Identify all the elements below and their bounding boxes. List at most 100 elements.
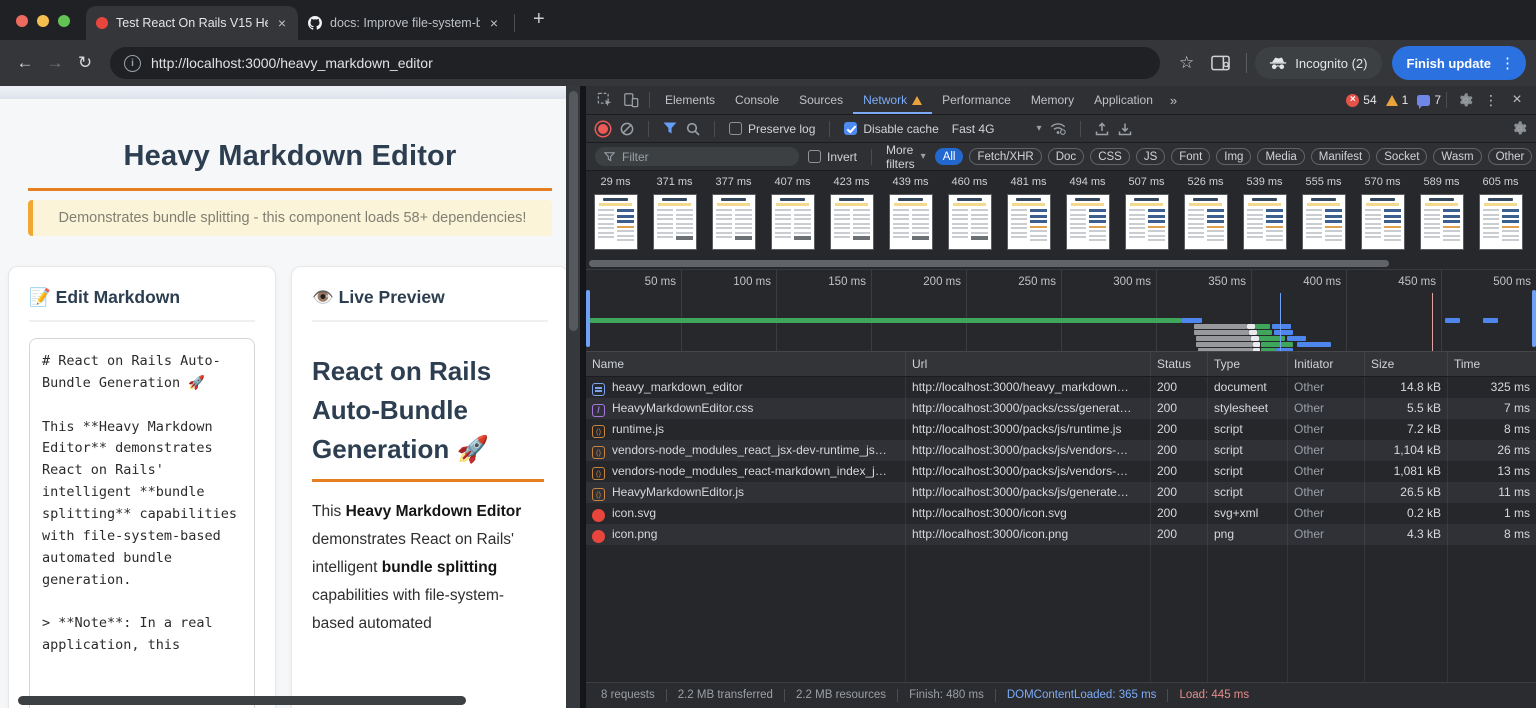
column-header-time[interactable]: Time bbox=[1447, 352, 1536, 376]
network-request-row[interactable]: vendors-node_modules_react-markdown_inde… bbox=[586, 461, 1536, 482]
filmstrip-frame[interactable]: 526 ms bbox=[1176, 171, 1235, 258]
devtools-tab[interactable]: Application bbox=[1084, 86, 1163, 114]
preserve-log-checkbox[interactable]: Preserve log bbox=[729, 122, 815, 136]
filmstrip-frame[interactable] bbox=[1530, 171, 1536, 258]
filter-chip[interactable]: Img bbox=[1216, 148, 1251, 165]
column-header-url[interactable]: Url bbox=[905, 352, 1150, 376]
bookmark-star-icon[interactable]: ☆ bbox=[1170, 53, 1203, 73]
filmstrip-frame[interactable]: 481 ms bbox=[999, 171, 1058, 258]
clear-network-log-icon[interactable] bbox=[620, 122, 634, 136]
network-request-row[interactable]: HeavyMarkdownEditor.js http://localhost:… bbox=[586, 482, 1536, 503]
devtools-tab[interactable]: Network bbox=[853, 86, 932, 114]
close-tab-icon[interactable]: × bbox=[276, 16, 288, 30]
close-devtools-icon[interactable]: × bbox=[1504, 87, 1530, 113]
record-network-log-icon[interactable] bbox=[598, 124, 608, 134]
export-har-icon[interactable] bbox=[1095, 122, 1109, 136]
incognito-chip[interactable]: Incognito (2) bbox=[1255, 47, 1381, 79]
overview-left-handle[interactable] bbox=[586, 290, 590, 347]
filter-funnel-icon[interactable] bbox=[663, 122, 677, 135]
devtools-menu-dots-icon[interactable]: ⋮ bbox=[1478, 87, 1504, 113]
filmstrip-frame[interactable]: 423 ms bbox=[822, 171, 881, 258]
devtools-tab[interactable]: Elements bbox=[655, 86, 725, 114]
window-close-button[interactable] bbox=[16, 15, 28, 27]
forward-button[interactable]: → bbox=[40, 52, 70, 74]
page-horizontal-scrollbar[interactable] bbox=[18, 696, 466, 705]
throttling-select[interactable]: Fast 4G ▾ bbox=[948, 122, 1042, 136]
overview-scrollbar[interactable] bbox=[586, 258, 1536, 269]
filmstrip-frame[interactable]: 407 ms bbox=[763, 171, 822, 258]
device-toolbar-icon[interactable] bbox=[618, 87, 644, 113]
filmstrip-frame[interactable]: 460 ms bbox=[940, 171, 999, 258]
filmstrip-frame[interactable]: 555 ms bbox=[1294, 171, 1353, 258]
filter-chip[interactable]: All bbox=[935, 148, 964, 165]
filmstrip-frame[interactable]: 507 ms bbox=[1117, 171, 1176, 258]
browser-tab-active[interactable]: Test React On Rails V15 Hello × bbox=[86, 6, 298, 40]
filmstrip-frame[interactable]: 371 ms bbox=[645, 171, 704, 258]
markdown-editor-textarea[interactable]: # React on Rails Auto-Bundle Generation … bbox=[29, 338, 255, 708]
new-tab-button[interactable]: + bbox=[527, 8, 551, 30]
devtools-tab[interactable]: Console bbox=[725, 86, 789, 114]
column-header-size[interactable]: Size bbox=[1364, 352, 1447, 376]
network-request-row[interactable]: vendors-node_modules_react_jsx-dev-runti… bbox=[586, 440, 1536, 461]
network-request-row[interactable]: icon.png http://localhost:3000/icon.png … bbox=[586, 524, 1536, 545]
browser-menu-dots-icon[interactable]: ⋮ bbox=[1497, 54, 1518, 72]
site-info-icon[interactable]: i bbox=[124, 55, 141, 72]
devtools-tab[interactable]: Performance bbox=[932, 86, 1021, 114]
network-conditions-icon[interactable] bbox=[1050, 122, 1066, 135]
network-request-row[interactable]: HeavyMarkdownEditor.css http://localhost… bbox=[586, 398, 1536, 419]
devtools-tab[interactable]: Memory bbox=[1021, 86, 1084, 114]
column-header-name[interactable]: Name bbox=[586, 352, 905, 376]
disable-cache-checkbox[interactable]: Disable cache bbox=[844, 122, 938, 136]
filmstrip-frame[interactable]: 439 ms bbox=[881, 171, 940, 258]
filter-chip[interactable]: Socket bbox=[1376, 148, 1427, 165]
overview-right-handle[interactable] bbox=[1532, 290, 1536, 347]
network-request-row[interactable]: heavy_markdown_editor http://localhost:3… bbox=[586, 377, 1536, 398]
preview-pane[interactable]: React on Rails Auto-Bundle Generation 🚀 … bbox=[312, 336, 548, 708]
filter-chip[interactable]: Other bbox=[1488, 148, 1533, 165]
filter-chip[interactable]: Media bbox=[1257, 148, 1304, 165]
filter-input[interactable]: Filter bbox=[595, 147, 799, 166]
filmstrip-frame[interactable]: 377 ms bbox=[704, 171, 763, 258]
column-header-initiator[interactable]: Initiator bbox=[1287, 352, 1364, 376]
devtools-settings-gear-icon[interactable] bbox=[1452, 87, 1478, 113]
filmstrip-frame[interactable]: 494 ms bbox=[1058, 171, 1117, 258]
column-header-type[interactable]: Type bbox=[1207, 352, 1287, 376]
network-request-row[interactable]: runtime.js http://localhost:3000/packs/j… bbox=[586, 419, 1536, 440]
filmstrip-frame[interactable]: 29 ms bbox=[586, 171, 645, 258]
issues-badge[interactable]: 7 bbox=[1417, 93, 1441, 107]
address-bar[interactable]: i http://localhost:3000/heavy_markdown_e… bbox=[110, 47, 1160, 79]
browser-tab-github[interactable]: docs: Improve file-system-ba × bbox=[298, 6, 510, 40]
filter-chip[interactable]: Manifest bbox=[1311, 148, 1370, 165]
filter-chip[interactable]: Font bbox=[1171, 148, 1210, 165]
devtools-tab[interactable]: Sources bbox=[789, 86, 853, 114]
reload-button[interactable]: ↻ bbox=[70, 52, 100, 74]
filter-chip[interactable]: Fetch/XHR bbox=[969, 148, 1041, 165]
page-vertical-scrollbar[interactable] bbox=[566, 86, 580, 708]
filter-chip[interactable]: Wasm bbox=[1433, 148, 1481, 165]
filter-chip[interactable]: CSS bbox=[1090, 148, 1130, 165]
close-tab-icon[interactable]: × bbox=[488, 16, 500, 30]
window-minimize-button[interactable] bbox=[37, 15, 49, 27]
filter-chip[interactable]: JS bbox=[1136, 148, 1165, 165]
network-request-row[interactable]: icon.svg http://localhost:3000/icon.svg … bbox=[586, 503, 1536, 524]
search-icon[interactable] bbox=[686, 122, 700, 136]
back-button[interactable]: ← bbox=[10, 52, 40, 74]
network-settings-gear-icon[interactable] bbox=[1512, 121, 1527, 136]
finish-update-button[interactable]: Finish update ⋮ bbox=[1392, 46, 1527, 80]
column-header-status[interactable]: Status bbox=[1150, 352, 1207, 376]
tab-search-panel-icon[interactable] bbox=[1203, 55, 1238, 71]
waterfall-overview[interactable]: 50 ms 100 ms 150 ms 200 ms 250 ms 300 ms… bbox=[586, 269, 1536, 352]
filter-chip[interactable]: Doc bbox=[1048, 148, 1084, 165]
more-filters-dropdown[interactable]: More filters ▾ bbox=[886, 143, 926, 171]
import-har-icon[interactable] bbox=[1118, 122, 1132, 136]
filmstrip-frame[interactable]: 539 ms bbox=[1235, 171, 1294, 258]
filmstrip-frame[interactable]: 570 ms bbox=[1353, 171, 1412, 258]
window-zoom-button[interactable] bbox=[58, 15, 70, 27]
console-errors-badge[interactable]: 54 bbox=[1346, 93, 1376, 107]
filmstrip-frame[interactable]: 589 ms bbox=[1412, 171, 1471, 258]
inspect-element-icon[interactable] bbox=[592, 87, 618, 113]
console-warnings-badge[interactable]: 1 bbox=[1386, 93, 1409, 107]
invert-checkbox[interactable]: Invert bbox=[808, 150, 857, 164]
filmstrip-frame[interactable]: 605 ms bbox=[1471, 171, 1530, 258]
more-panels-icon[interactable]: » bbox=[1163, 93, 1184, 108]
